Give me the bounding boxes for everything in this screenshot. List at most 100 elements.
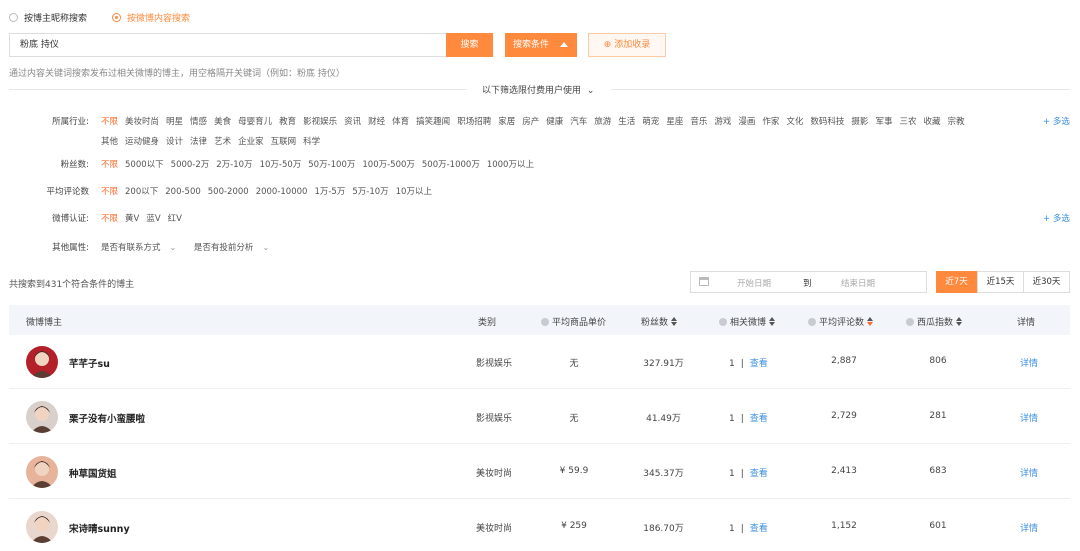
add-collection-button[interactable]: ⊕ 添加收录 [588, 33, 666, 57]
filter-option[interactable]: 星座 [666, 117, 683, 127]
multi-select-link[interactable]: + 多选 [1043, 115, 1070, 127]
filter-option[interactable]: 职场招聘 [457, 117, 491, 127]
filter-option[interactable]: 不限 [101, 117, 118, 127]
radio-by-content[interactable]: 按微博内容搜索 [112, 11, 190, 24]
end-date-input[interactable]: 结束日期 [841, 277, 875, 289]
filter-option[interactable]: 生活 [618, 117, 635, 127]
detail-link[interactable]: 详情 [1009, 466, 1049, 479]
filter-option[interactable]: 不限 [101, 214, 118, 224]
filter-option[interactable]: 互联网 [271, 137, 297, 147]
filter-option[interactable]: 科学 [303, 137, 320, 147]
date-range-picker[interactable]: 开始日期 到 结束日期 [690, 271, 927, 293]
filter-option[interactable]: 资讯 [344, 117, 361, 127]
search-button[interactable]: 搜索 [446, 33, 493, 57]
blogger-name[interactable]: 宋诗晴sunny [69, 521, 130, 535]
filter-option[interactable]: 汽车 [570, 117, 587, 127]
filter-option[interactable]: 数码科技 [810, 117, 844, 127]
search-conditions-button[interactable]: 搜索条件 [505, 33, 577, 57]
view-link[interactable]: 查看 [750, 469, 768, 479]
paid-filter-toggle[interactable]: 以下筛选限付费用户使用 ⌄ [482, 83, 594, 96]
avatar[interactable] [26, 401, 58, 433]
multi-select-link[interactable]: + 多选 [1043, 212, 1070, 224]
filter-option[interactable]: 音乐 [690, 117, 707, 127]
detail-link[interactable]: 详情 [1009, 521, 1049, 534]
filter-option[interactable]: 红V [168, 214, 182, 224]
filter-option[interactable]: 10万以上 [396, 187, 432, 197]
filter-option[interactable]: 不限 [101, 187, 118, 197]
radio-by-nickname[interactable]: 按博主昵称搜索 [9, 11, 87, 24]
filter-option[interactable]: 其他 [101, 137, 118, 147]
filter-option[interactable]: 三农 [899, 117, 916, 127]
filter-option[interactable]: 萌宠 [642, 117, 659, 127]
filter-option[interactable]: 2000-10000 [256, 187, 308, 197]
filter-option[interactable]: 美妆时尚 [125, 117, 159, 127]
avatar[interactable] [26, 346, 58, 378]
sort-icon[interactable] [769, 317, 776, 326]
search-input[interactable]: 粉底 持仪 [9, 33, 447, 57]
filter-option[interactable]: 宗教 [947, 117, 964, 127]
filter-option[interactable]: 文化 [786, 117, 803, 127]
filter-option[interactable]: 体育 [392, 117, 409, 127]
filter-option[interactable]: 游戏 [714, 117, 731, 127]
sort-icon[interactable] [956, 317, 963, 326]
filter-option[interactable]: 健康 [546, 117, 563, 127]
filter-option[interactable]: 10万-50万 [260, 160, 302, 170]
filter-option[interactable]: 收藏 [923, 117, 940, 127]
filter-option[interactable]: 200-500 [165, 187, 201, 197]
filter-option[interactable]: 财经 [368, 117, 385, 127]
blogger-name[interactable]: 种草国货姐 [69, 466, 117, 480]
filter-option[interactable]: 漫画 [738, 117, 755, 127]
filter-option[interactable]: 50万-100万 [308, 160, 355, 170]
view-link[interactable]: 查看 [750, 524, 768, 534]
filter-option[interactable]: 旅游 [594, 117, 611, 127]
avatar[interactable] [26, 456, 58, 488]
filter-option[interactable]: 摄影 [851, 117, 868, 127]
filter-option[interactable]: 1万-5万 [314, 187, 345, 197]
header-fans[interactable]: 粉丝数 [641, 315, 678, 328]
filter-option[interactable]: 企业家 [238, 137, 264, 147]
sort-icon[interactable] [671, 317, 678, 326]
filter-option[interactable]: 搞笑趣闻 [416, 117, 450, 127]
range-30-days[interactable]: 近30天 [1023, 271, 1070, 293]
blogger-name[interactable]: 芊芊子su [69, 356, 110, 370]
filter-option[interactable]: 500-2000 [208, 187, 249, 197]
filter-option[interactable]: 100万-500万 [362, 160, 415, 170]
filter-option-contact[interactable]: 是否有联系方式 ⌄ [101, 243, 184, 253]
filter-option[interactable]: 教育 [279, 117, 296, 127]
filter-option[interactable]: 黄V [125, 214, 139, 224]
filter-option[interactable]: 明星 [166, 117, 183, 127]
avatar[interactable] [26, 511, 58, 543]
filter-option[interactable]: 200以下 [125, 187, 158, 197]
filter-option[interactable]: 家居 [498, 117, 515, 127]
filter-option-analysis[interactable]: 是否有投前分析 ⌄ [194, 243, 277, 253]
view-link[interactable]: 查看 [750, 359, 768, 369]
filter-option[interactable]: 5万-10万 [352, 187, 388, 197]
detail-link[interactable]: 详情 [1009, 356, 1049, 369]
filter-option[interactable]: 5000-2万 [171, 160, 210, 170]
detail-link[interactable]: 详情 [1009, 411, 1049, 424]
header-xigua[interactable]: 西瓜指数 [906, 315, 963, 328]
start-date-input[interactable]: 开始日期 [737, 277, 771, 289]
filter-option[interactable]: 设计 [166, 137, 183, 147]
filter-option[interactable]: 房产 [522, 117, 539, 127]
filter-option[interactable]: 2万-10万 [216, 160, 252, 170]
blogger-name[interactable]: 栗子没有小蛮腰啦 [69, 411, 145, 425]
filter-option[interactable]: 运动健身 [125, 137, 159, 147]
filter-option[interactable]: 艺术 [214, 137, 231, 147]
range-7-days[interactable]: 近7天 [936, 271, 977, 293]
filter-option[interactable]: 军事 [875, 117, 892, 127]
filter-option[interactable]: 影视娱乐 [303, 117, 337, 127]
filter-option[interactable]: 1000万以上 [487, 160, 534, 170]
filter-option[interactable]: 法律 [190, 137, 207, 147]
header-avg-comments[interactable]: 平均评论数 [808, 315, 874, 328]
filter-option[interactable]: 作家 [762, 117, 779, 127]
filter-option[interactable]: 美食 [214, 117, 231, 127]
filter-option[interactable]: 5000以下 [125, 160, 164, 170]
filter-option[interactable]: 母婴育儿 [238, 117, 272, 127]
filter-option[interactable]: 500万-1000万 [422, 160, 480, 170]
view-link[interactable]: 查看 [750, 414, 768, 424]
filter-option[interactable]: 蓝V [146, 214, 160, 224]
sort-icon[interactable] [867, 317, 874, 326]
filter-option[interactable]: 不限 [101, 160, 118, 170]
filter-option[interactable]: 情感 [190, 117, 207, 127]
